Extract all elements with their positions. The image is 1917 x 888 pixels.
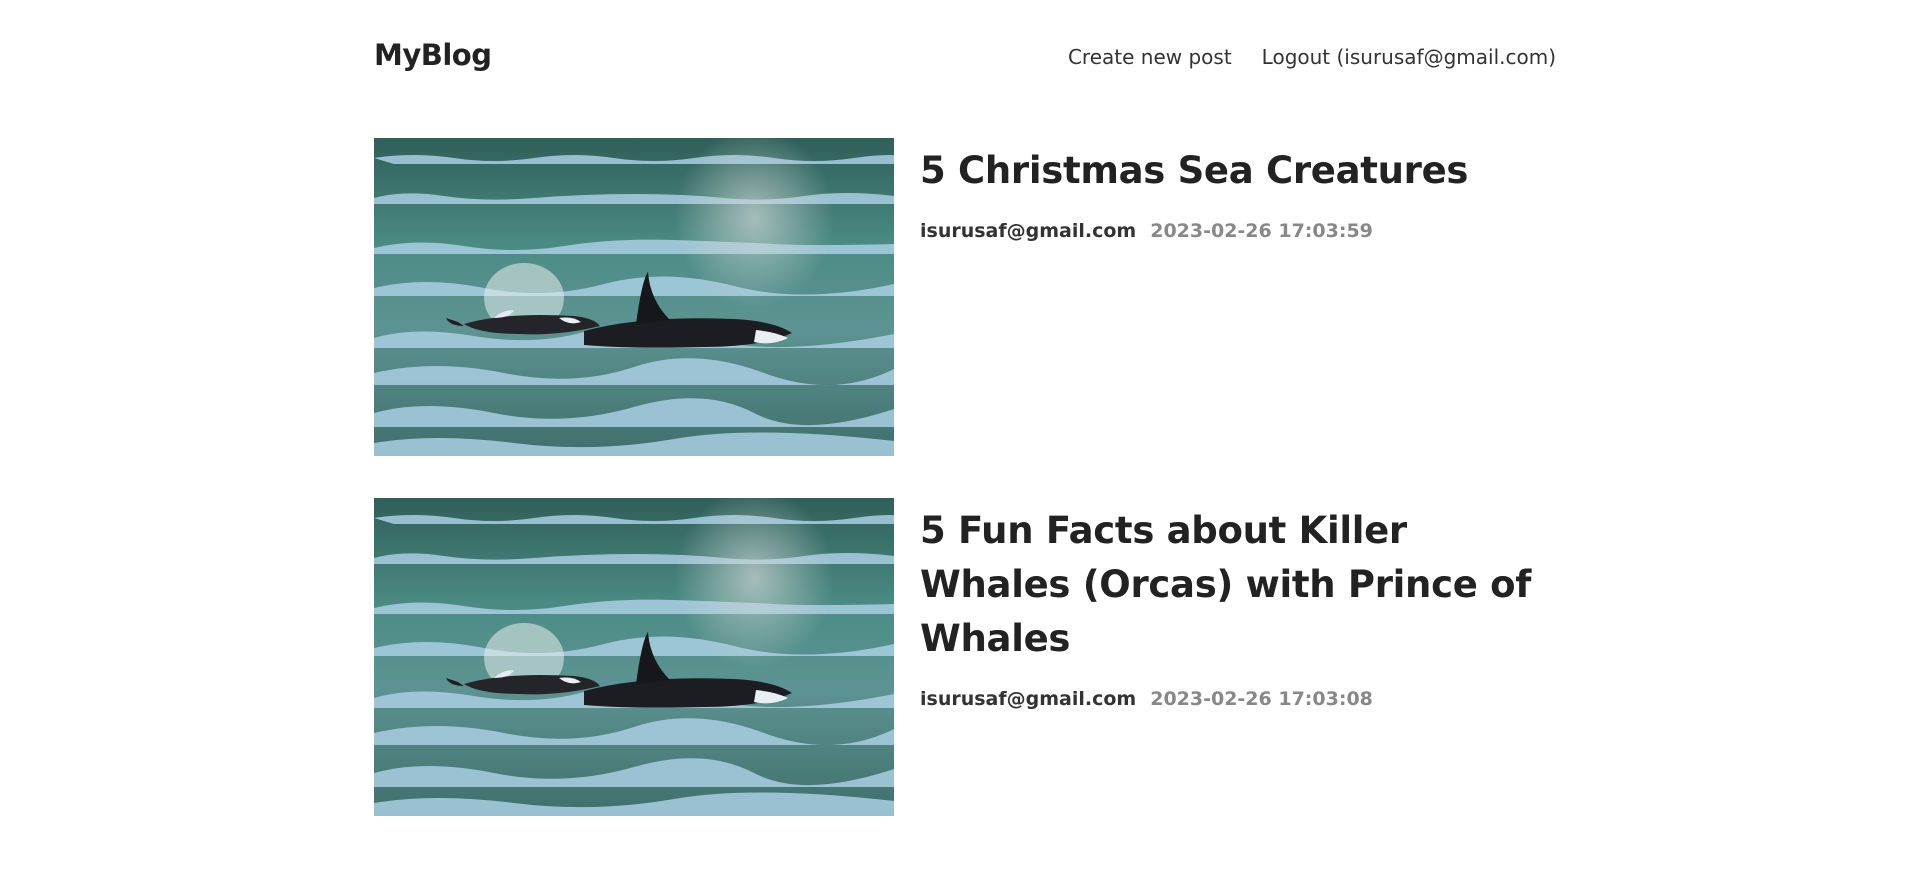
- post-time: 2023-02-26 17:03:59: [1150, 220, 1373, 242]
- orca-photo: [374, 138, 894, 456]
- orca-photo: [374, 498, 894, 816]
- logout-link[interactable]: Logout (isurusaf@gmail.com): [1262, 45, 1556, 69]
- post-text: 5 Christmas Sea Creatures isurusaf@gmail…: [920, 138, 1556, 456]
- post-image[interactable]: [374, 498, 894, 816]
- page: MyBlog Create new post Logout (isurusaf@…: [0, 0, 1917, 888]
- main-nav: Create new post Logout (isurusaf@gmail.c…: [1068, 45, 1556, 69]
- post-time: 2023-02-26 17:03:08: [1150, 688, 1373, 710]
- create-post-link[interactable]: Create new post: [1068, 45, 1232, 69]
- post-title[interactable]: 5 Christmas Sea Creatures: [920, 144, 1556, 198]
- post-author: isurusaf@gmail.com: [920, 220, 1137, 242]
- post-title[interactable]: 5 Fun Facts about Killer Whales (Orcas) …: [920, 504, 1556, 666]
- post-card: 5 Fun Facts about Killer Whales (Orcas) …: [374, 498, 1556, 816]
- site-header: MyBlog Create new post Logout (isurusaf@…: [374, 30, 1556, 84]
- post-text: 5 Fun Facts about Killer Whales (Orcas) …: [920, 498, 1556, 816]
- site-logo[interactable]: MyBlog: [374, 38, 492, 72]
- post-image[interactable]: [374, 138, 894, 456]
- post-author: isurusaf@gmail.com: [920, 688, 1137, 710]
- post-card: 5 Christmas Sea Creatures isurusaf@gmail…: [374, 138, 1556, 456]
- post-info: isurusaf@gmail.com 2023-02-26 17:03:59: [920, 220, 1556, 242]
- post-info: isurusaf@gmail.com 2023-02-26 17:03:08: [920, 688, 1556, 710]
